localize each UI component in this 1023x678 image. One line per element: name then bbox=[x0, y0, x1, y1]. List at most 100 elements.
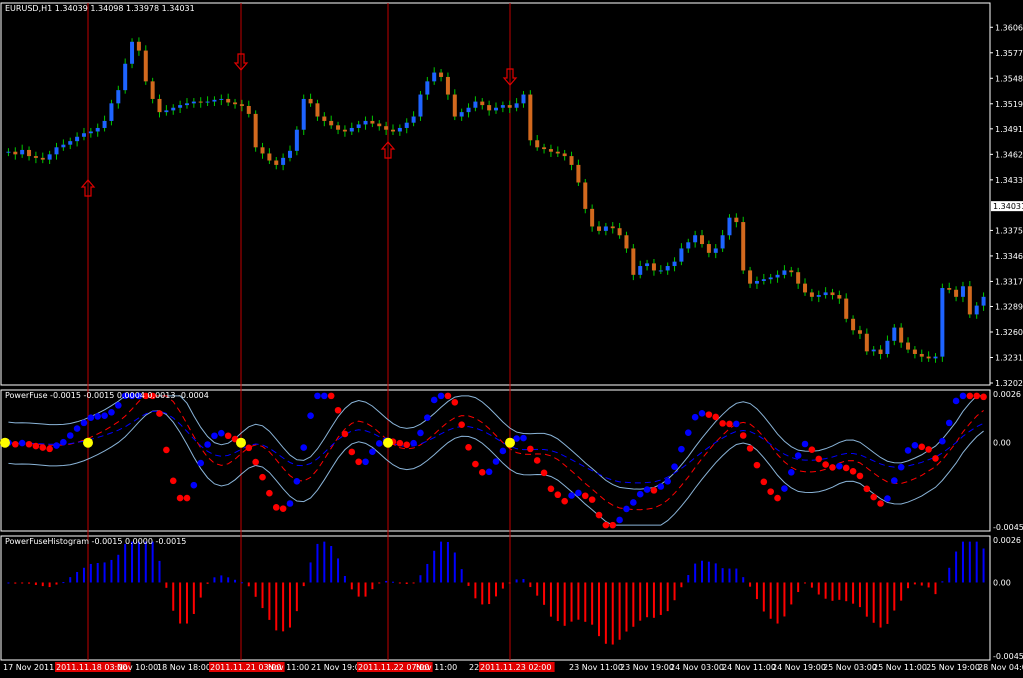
candle-body bbox=[851, 318, 856, 331]
histogram-bar bbox=[941, 581, 944, 583]
histogram-bar bbox=[762, 582, 765, 612]
fuse-dot bbox=[581, 492, 589, 500]
fuse-dot bbox=[492, 458, 500, 465]
candle-body bbox=[789, 270, 794, 273]
x-tick-label: 21 Nov 19:00 bbox=[311, 663, 365, 672]
histogram-bar bbox=[776, 582, 779, 624]
histogram-bar bbox=[570, 582, 573, 622]
candle-body bbox=[61, 144, 66, 148]
histogram-bar bbox=[131, 541, 134, 583]
candle-body bbox=[81, 133, 86, 137]
histogram-bar bbox=[337, 558, 340, 583]
histogram-bar bbox=[343, 575, 346, 583]
candle-body bbox=[205, 101, 210, 103]
fuse-dot bbox=[849, 467, 857, 475]
candle-body bbox=[239, 104, 244, 106]
histogram-bar bbox=[124, 543, 127, 583]
fuse-dot bbox=[375, 440, 383, 447]
candle-body bbox=[439, 72, 444, 77]
candle-body bbox=[782, 270, 787, 275]
candle-body bbox=[899, 327, 904, 343]
candle-body bbox=[390, 129, 395, 132]
candle-body bbox=[569, 156, 574, 165]
fuse-dot bbox=[245, 444, 253, 452]
candle-body bbox=[796, 272, 801, 284]
fuse-dot bbox=[478, 469, 486, 476]
histogram-bar bbox=[213, 577, 216, 583]
fuse-dot bbox=[787, 469, 795, 476]
candle-body bbox=[768, 277, 773, 280]
fuse-dot bbox=[774, 494, 781, 502]
candle-body bbox=[912, 349, 917, 354]
fuse-dot bbox=[829, 464, 836, 471]
histogram-bar bbox=[433, 550, 436, 583]
candle-body bbox=[33, 156, 38, 158]
candle-body bbox=[404, 122, 409, 128]
candle-body bbox=[844, 298, 849, 319]
fuse-dot bbox=[842, 464, 850, 472]
candle-body bbox=[171, 107, 176, 111]
histogram-bar bbox=[982, 548, 985, 583]
y-tick-label: 0.0026 bbox=[993, 390, 1021, 399]
fuse-dot bbox=[300, 444, 308, 451]
fuse-dot bbox=[884, 495, 891, 502]
histogram-bar bbox=[673, 582, 676, 601]
fuse-dot bbox=[60, 438, 67, 446]
fuse-dot bbox=[815, 455, 823, 463]
histogram-bar bbox=[28, 582, 31, 584]
current-price-label: 1.34031 bbox=[993, 202, 1023, 211]
fuse-dot bbox=[80, 419, 88, 427]
candle-body bbox=[253, 113, 258, 148]
histogram-bar bbox=[598, 582, 601, 637]
histogram-bar bbox=[41, 582, 44, 587]
candle-body bbox=[267, 153, 272, 161]
candle-body bbox=[857, 330, 862, 334]
fuse-dot bbox=[259, 473, 266, 481]
fuse-dot bbox=[18, 439, 26, 447]
candle-body bbox=[748, 270, 753, 284]
histogram-bar bbox=[69, 577, 72, 583]
fuse-dot bbox=[362, 458, 369, 466]
candle-body bbox=[130, 41, 135, 64]
histogram-bar bbox=[858, 582, 861, 608]
fuse-dot bbox=[870, 493, 877, 501]
fuse-dot bbox=[568, 492, 575, 499]
chart-window[interactable]: EURUSD,H1 1.34039 1.34098 1.33978 1.3403… bbox=[0, 0, 1023, 674]
fuse-dot bbox=[39, 444, 47, 451]
candle-body bbox=[116, 90, 121, 104]
candle-body bbox=[693, 235, 698, 243]
x-tick-label: 24 Nov 19:00 bbox=[772, 663, 826, 672]
x-tick-label: 2011.11.23 02:00 bbox=[480, 663, 551, 672]
fuse-dot bbox=[12, 440, 19, 448]
histogram-bar bbox=[488, 582, 491, 605]
y-tick-label: 1.35775 bbox=[995, 49, 1023, 58]
candle-body bbox=[363, 120, 368, 125]
histogram-bar bbox=[48, 582, 51, 588]
candle-body bbox=[548, 149, 553, 152]
histogram-bar bbox=[467, 582, 470, 586]
histogram-bar bbox=[536, 582, 539, 596]
candle-body bbox=[226, 98, 231, 103]
fuse-dot bbox=[678, 445, 685, 453]
fuse-dot bbox=[163, 446, 170, 454]
fuse-dot bbox=[959, 392, 967, 400]
fuse-dot bbox=[925, 446, 932, 453]
fuse-dot bbox=[266, 489, 273, 497]
fuse-dot bbox=[630, 499, 637, 506]
histogram-bar bbox=[405, 582, 408, 585]
histogram-bar bbox=[508, 582, 511, 584]
histogram-bar bbox=[357, 582, 360, 597]
candle-body bbox=[603, 226, 608, 231]
histogram-bar bbox=[646, 582, 649, 618]
chart-canvas[interactable]: EURUSD,H1 1.34039 1.34098 1.33978 1.3403… bbox=[0, 0, 1023, 674]
histogram-bar bbox=[103, 562, 106, 583]
fuse-dot bbox=[636, 490, 644, 498]
fuse-dot bbox=[733, 420, 740, 428]
fuse-dot bbox=[877, 500, 884, 507]
fuse-dot bbox=[169, 477, 177, 485]
histogram-bar bbox=[591, 582, 594, 625]
histogram-bar bbox=[371, 582, 374, 590]
fuse-dot bbox=[794, 452, 802, 459]
fuse-dot bbox=[472, 460, 479, 468]
y-tick-label: 1.35485 bbox=[995, 74, 1023, 83]
